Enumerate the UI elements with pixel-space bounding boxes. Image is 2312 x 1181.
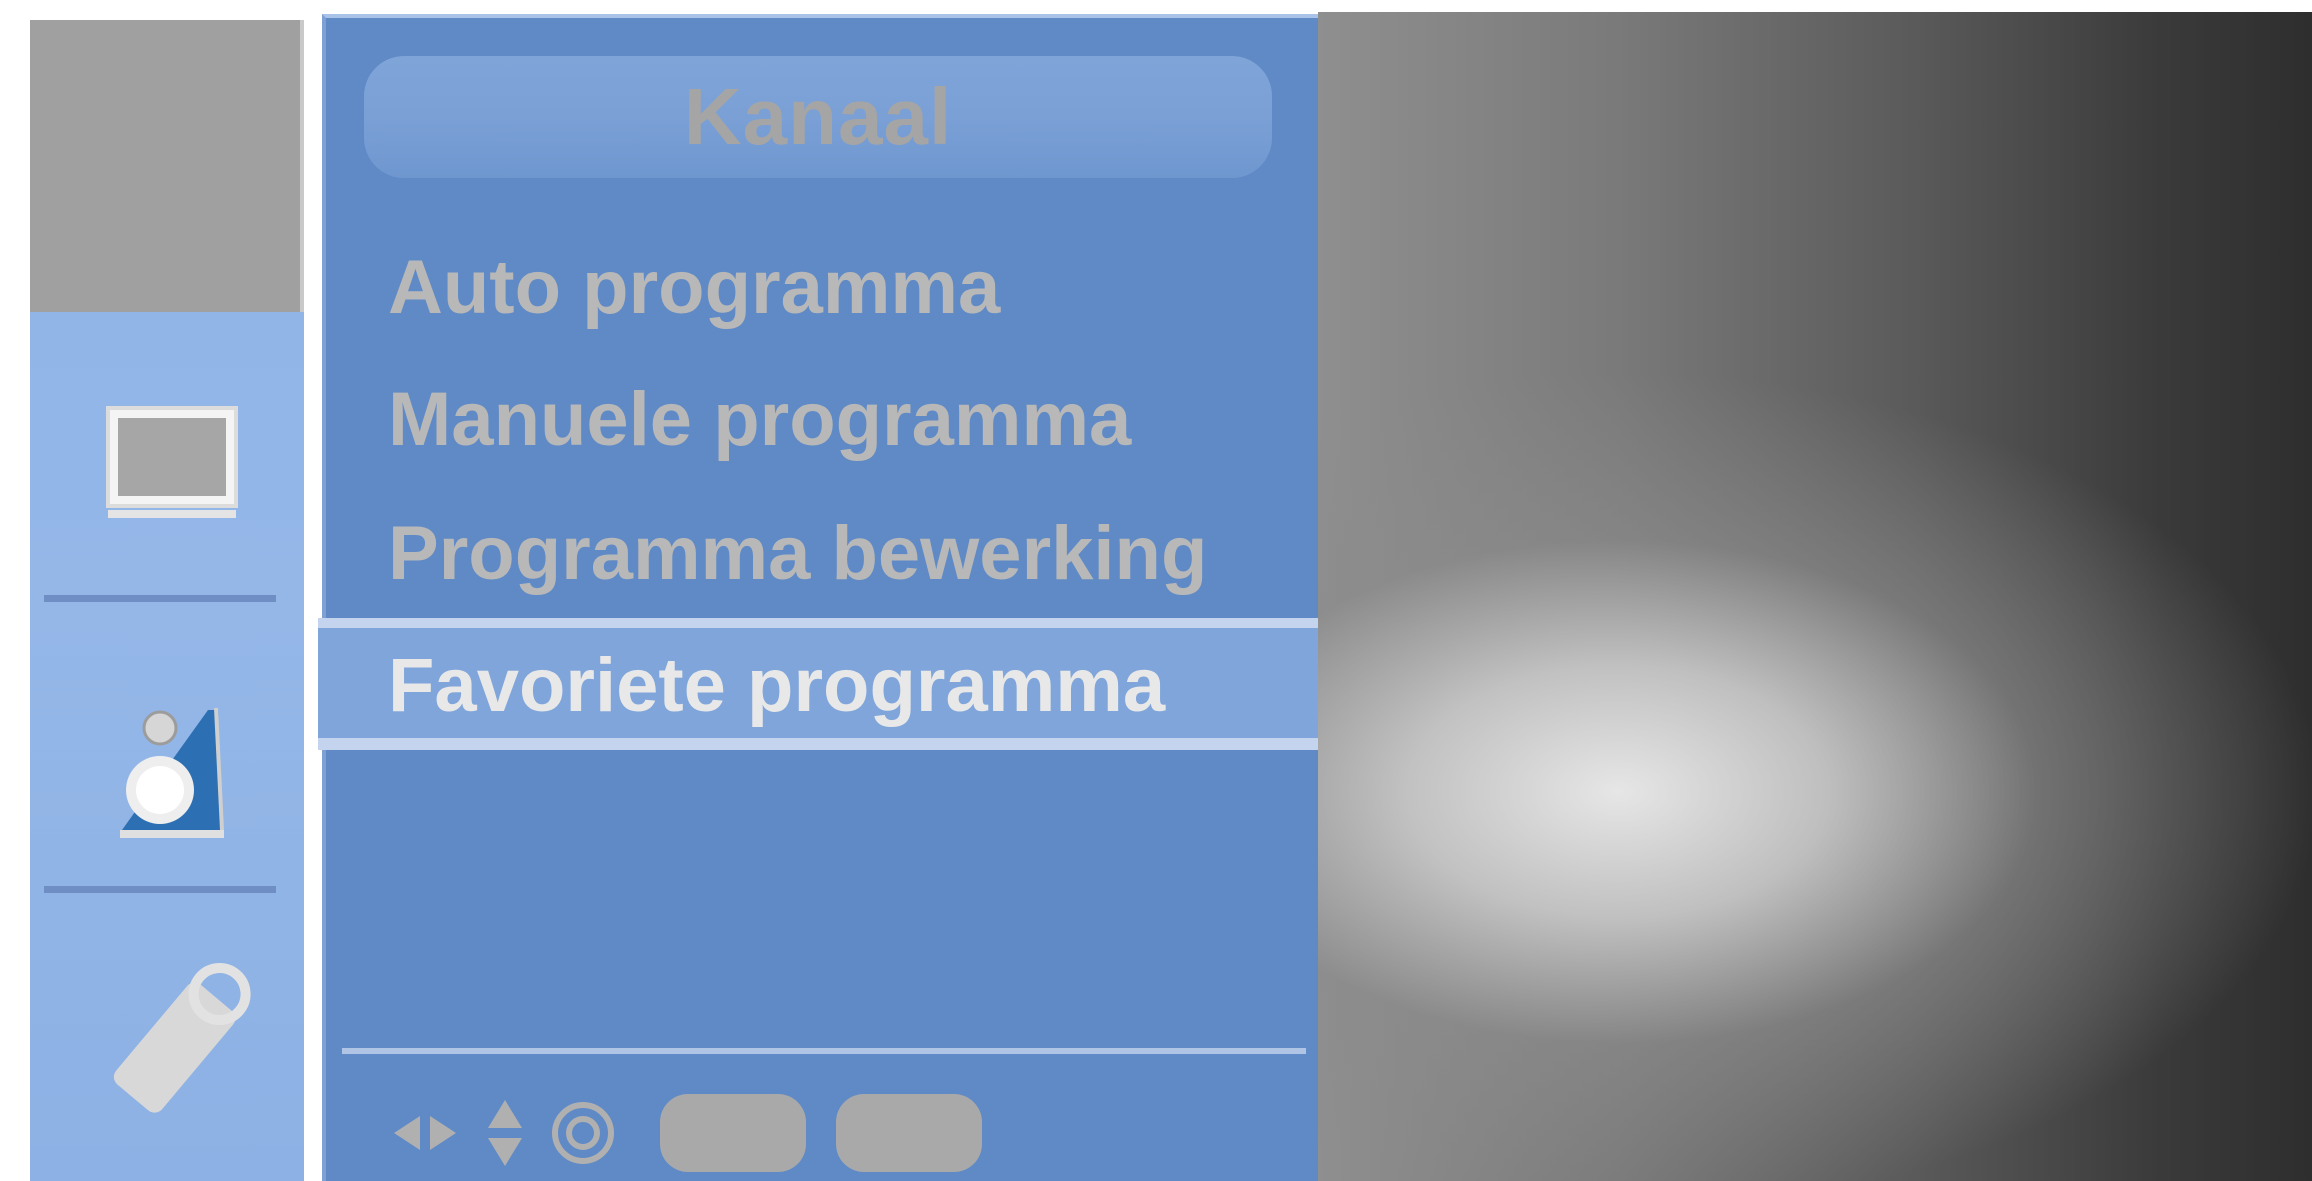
tag-icon[interactable] [96,950,266,1130]
menu-title: Kanaal [683,72,953,161]
blank-button[interactable] [836,1094,982,1172]
left-right-arrows-icon [394,1116,456,1150]
menu-item-auto-program[interactable]: Auto programma [388,250,1000,326]
sidebar-divider [44,886,276,893]
up-down-arrows-icon [488,1100,522,1166]
menu-title-bar: Kanaal [364,56,1272,178]
ok-circle-icon [552,1102,614,1164]
background-gradient [1318,12,2312,1181]
channel-menu-panel: Kanaal Auto programma Manuele programma … [318,14,1318,1181]
menu-item-manual-program[interactable]: Manuele programma [388,382,1131,458]
category-sidebar [30,20,304,1181]
sidebar-active-category[interactable] [30,20,304,312]
tv-osd-screen: Kanaal Auto programma Manuele programma … [0,0,2312,1181]
sidebar-divider [44,595,276,602]
speaker-icon[interactable] [112,680,232,840]
blank-button[interactable] [660,1094,806,1172]
screen-icon[interactable] [102,400,242,530]
footer-divider [342,1048,1306,1054]
key-guide [390,1088,982,1178]
menu-item-program-edit[interactable]: Programma bewerking [388,516,1207,592]
menu-item-favorite-program[interactable]: Favoriete programma [388,648,1165,724]
